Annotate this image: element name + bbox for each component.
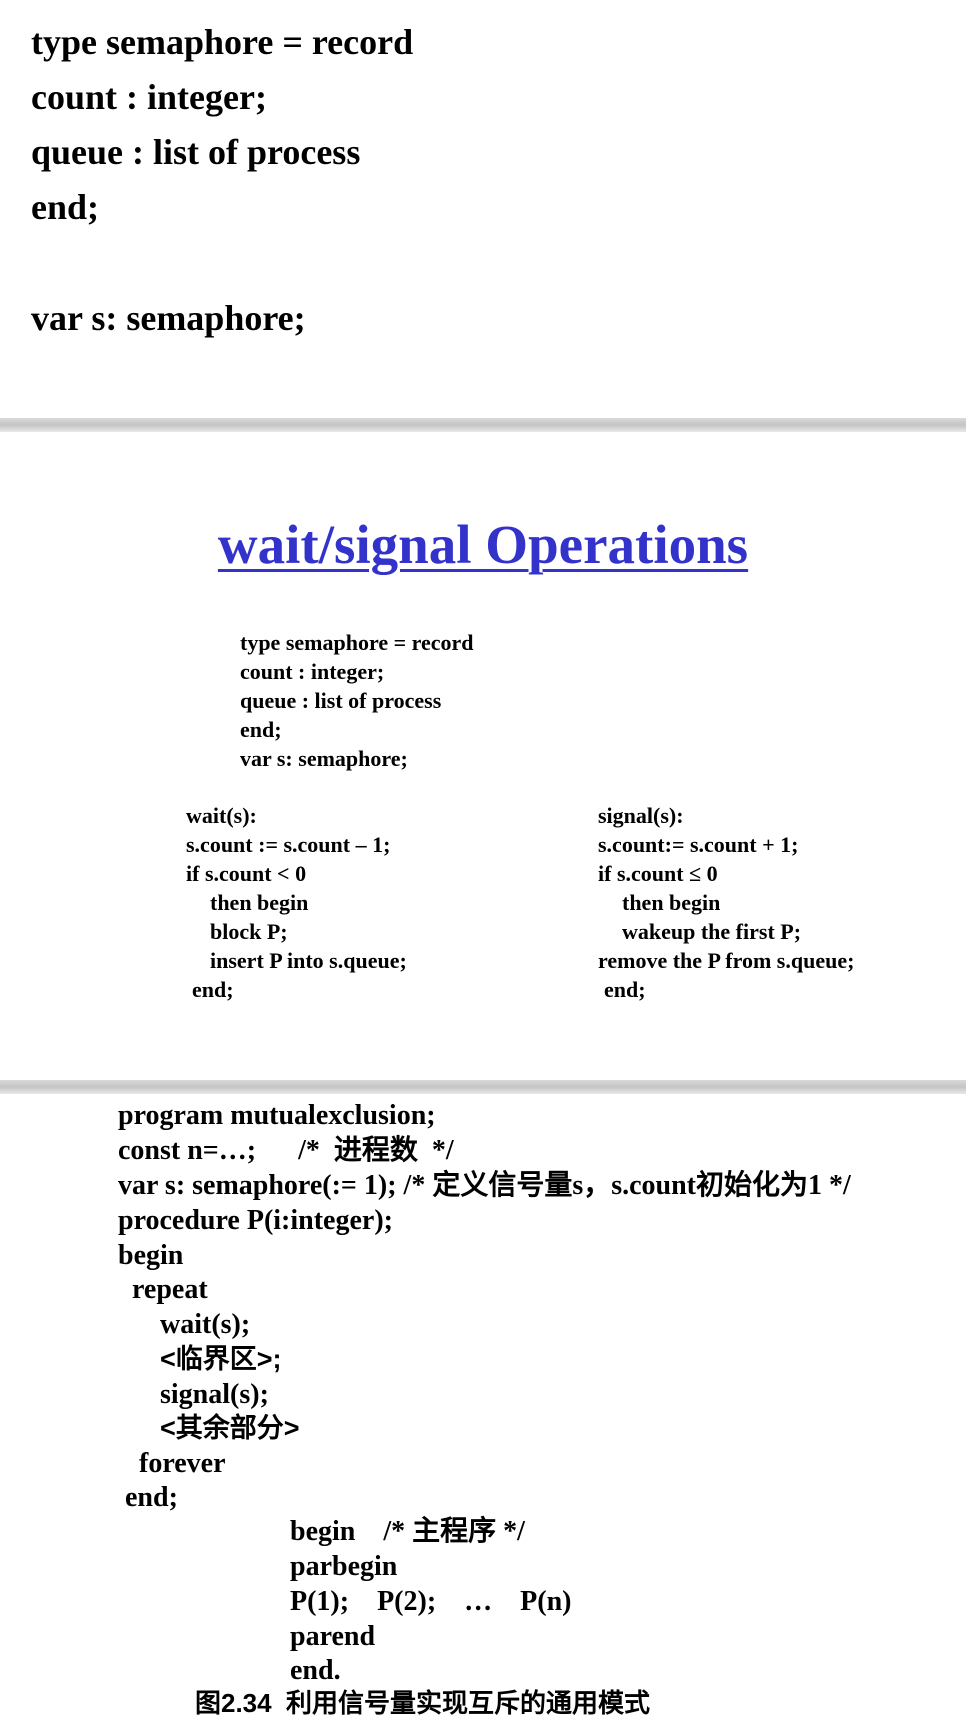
code-line: P(1); P(2); … P(n) (290, 1586, 572, 1617)
code-line: then begin (622, 890, 721, 915)
code-line: queue : list of process (240, 688, 442, 713)
code-line: if s.count < 0 (186, 861, 307, 886)
code-line: begin (118, 1240, 184, 1271)
code-line: signal(s): (598, 803, 684, 828)
slide-title: wait/signal Operations (217, 514, 749, 575)
code-line: forever (139, 1448, 226, 1479)
code-line: end; (604, 977, 646, 1002)
code-line: begin /* 主程序 */ (290, 1516, 525, 1547)
code-line: wakeup the first P; (622, 919, 802, 944)
slide-divider (0, 1080, 966, 1094)
code-line: wait(s): (186, 803, 257, 828)
code-line: const n=…; /* 进程数 */ (118, 1135, 454, 1166)
code-line: signal(s); (160, 1379, 269, 1410)
code-line: type semaphore = record (31, 22, 414, 62)
code-line: end; (240, 717, 282, 742)
code-line: end; (192, 977, 234, 1002)
code-line: var s: semaphore; (31, 298, 306, 338)
code-line: end; (125, 1482, 178, 1513)
slide-wait-signal: wait/signal Operations type semaphore = … (0, 432, 966, 1080)
code-line: parend (290, 1621, 376, 1652)
slide-semaphore-type: type semaphore = record count : integer;… (0, 0, 966, 418)
code-line: var s: semaphore(:= 1); /* 定义信号量s，s.coun… (118, 1170, 851, 1201)
code-line: s.count:= s.count + 1; (598, 832, 799, 857)
code-line: <其余部分> (160, 1413, 300, 1443)
slide-divider (0, 418, 966, 432)
code-line: wait(s); (160, 1309, 251, 1340)
code-line: <临界区>; (160, 1344, 282, 1374)
code-line: procedure P(i:integer); (118, 1205, 393, 1236)
code-line: end; (31, 187, 100, 227)
code-line: program mutualexclusion; (118, 1100, 436, 1131)
code-line: parbegin (290, 1551, 398, 1582)
code-line: queue : list of process (31, 132, 361, 172)
code-line: count : integer; (240, 659, 385, 684)
code-line: block P; (210, 919, 288, 944)
code-line: type semaphore = record (240, 630, 474, 655)
code-line: remove the P from s.queue; (598, 948, 855, 973)
code-line: if s.count ≤ 0 (598, 861, 718, 886)
code-line: count : integer; (31, 77, 267, 117)
figure-caption: 图2.34 利用信号量实现互斥的通用模式 (195, 1688, 651, 1718)
code-line: s.count := s.count – 1; (186, 832, 391, 857)
code-line: repeat (132, 1274, 208, 1305)
slide-mutual-exclusion: program mutualexclusion; const n=…; /* 进… (0, 1094, 966, 1728)
code-line: then begin (210, 890, 309, 915)
code-line: end. (290, 1655, 341, 1686)
code-line: insert P into s.queue; (210, 948, 407, 973)
code-line: var s: semaphore; (240, 746, 408, 771)
